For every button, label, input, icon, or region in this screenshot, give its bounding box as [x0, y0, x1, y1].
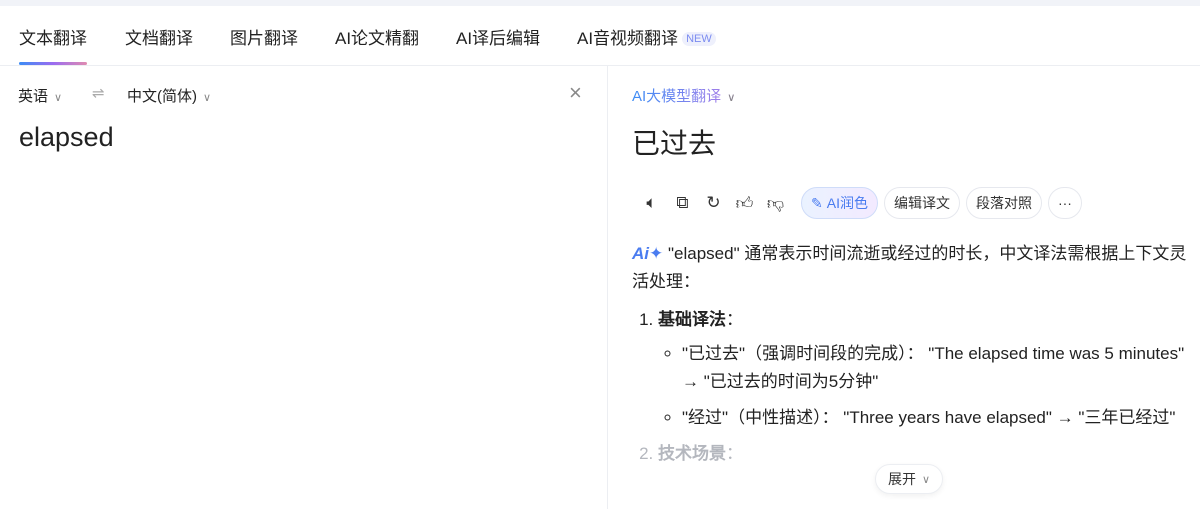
result-toolbar: 🔈︎ ⧉ ↻ 👍︎ 👎︎ ✎ AI润色 编辑译文 段落对照 ···	[636, 187, 1082, 219]
chevron-down-icon: ∨	[203, 92, 212, 104]
bullet-item: "已过去"（强调时间段的完成）： "The elapsed time was 5…	[682, 340, 1192, 396]
ai-polish-button[interactable]: ✎ AI润色	[801, 187, 878, 219]
target-language-select[interactable]: 中文(简体) ∨	[127, 85, 211, 106]
model-label: AI大模型翻译	[632, 88, 722, 105]
target-language: 中文(简体)	[127, 88, 197, 105]
speaker-icon[interactable]: 🔈︎	[636, 187, 667, 219]
source-text-input[interactable]: elapsed	[19, 122, 114, 153]
wand-icon: ✎	[811, 194, 823, 211]
section-title: 基础译法	[658, 310, 726, 329]
section-suffix: ：	[726, 310, 743, 329]
section-suffix: ：	[726, 444, 743, 463]
tab-text-translate[interactable]: 文本翻译	[19, 24, 87, 65]
section-item: 基础译法： "已过去"（强调时间段的完成）： "The elapsed time…	[658, 306, 1192, 432]
tab-bar: 文本翻译 文档翻译 图片翻译 AI论文精翻 AI译后编辑 AI音视频翻译 NEW	[0, 6, 1200, 66]
tab-document-translate[interactable]: 文档翻译	[125, 24, 193, 49]
thumbs-up-icon[interactable]: 👍︎	[729, 187, 760, 219]
bullet-item: "经过"（中性描述）： "Three years have elapsed" →…	[682, 404, 1192, 432]
new-badge: NEW	[682, 32, 716, 46]
section-title: 技术场景	[658, 444, 726, 463]
paragraph-compare-button[interactable]: 段落对照	[965, 187, 1042, 219]
tab-ai-av-translate[interactable]: AI音视频翻译 NEW	[577, 24, 716, 49]
ai-polish-label: AI润色	[826, 195, 868, 211]
edit-translation-button[interactable]: 编辑译文	[883, 187, 960, 219]
chevron-down-icon: ∨	[727, 92, 736, 104]
source-language-select[interactable]: 英语 ∨	[18, 85, 62, 106]
expand-button[interactable]: 展开 ∨	[875, 464, 944, 494]
ai-explanation: Ai✦ "elapsed" 通常表示时间流逝或经过的时长，中文译法需根据上下文灵…	[632, 240, 1192, 468]
explanation-intro: "elapsed" 通常表示时间流逝或经过的时长，中文译法需根据上下文灵活处理：	[632, 244, 1187, 291]
ai-sparkle-icon: Ai✦	[632, 244, 664, 263]
clear-icon[interactable]: ×	[569, 80, 582, 106]
more-button[interactable]: ···	[1047, 187, 1082, 219]
swap-languages-icon[interactable]: ⇌	[92, 84, 105, 102]
panel-divider	[607, 66, 608, 509]
tab-ai-post-edit[interactable]: AI译后编辑	[456, 24, 540, 49]
refresh-icon[interactable]: ↻	[698, 187, 729, 219]
thumbs-down-icon[interactable]: 👎︎	[760, 187, 791, 219]
translation-result: 已过去	[632, 128, 717, 159]
chevron-down-icon: ∨	[922, 473, 931, 486]
source-language: 英语	[18, 88, 49, 105]
tab-image-translate[interactable]: 图片翻译	[230, 24, 298, 49]
tab-ai-paper[interactable]: AI论文精翻	[335, 24, 419, 49]
expand-label: 展开	[888, 471, 916, 487]
chevron-down-icon: ∨	[54, 92, 63, 104]
tab-label: AI音视频翻译	[577, 29, 679, 48]
model-select[interactable]: AI大模型翻译 ∨	[632, 85, 735, 106]
copy-icon[interactable]: ⧉	[667, 187, 698, 219]
